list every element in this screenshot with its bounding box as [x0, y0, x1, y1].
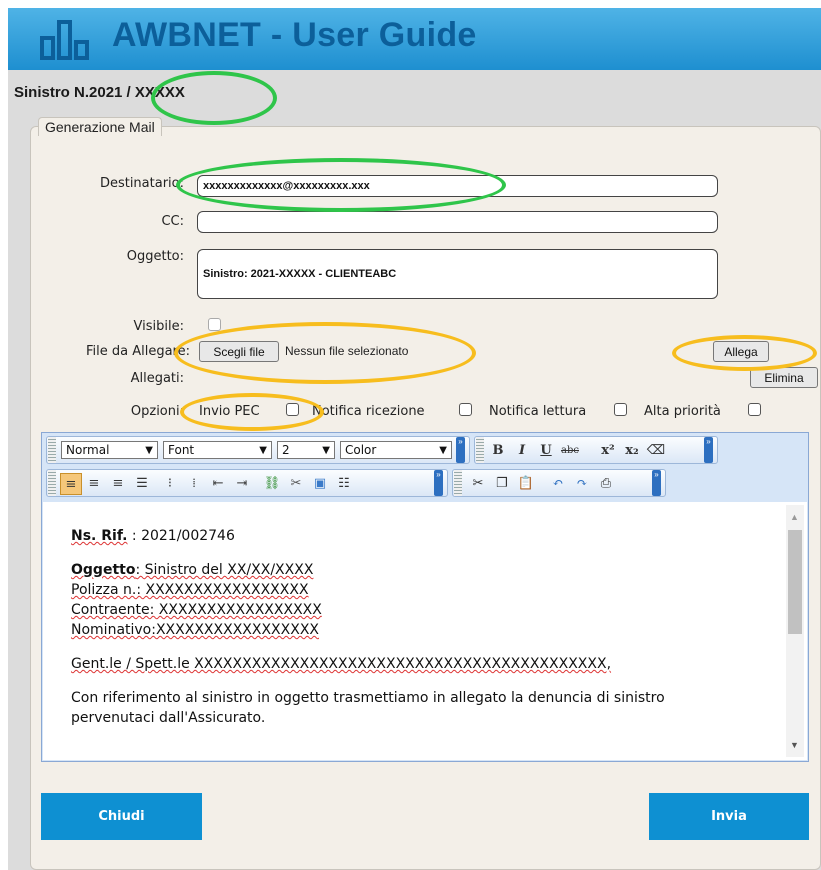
body-rif-label: Ns. Rif.	[71, 528, 128, 544]
fieldset-legend: Generazione Mail	[38, 117, 162, 136]
body-polizza: Polizza n.: XXXXXXXXXXXXXXXXX	[71, 582, 309, 598]
editor-content[interactable]: Ns. Rif. : 2021/002746 Oggetto: Sinistro…	[43, 502, 807, 760]
option-notifica-lettura-checkbox[interactable]	[614, 403, 627, 416]
scroll-down-icon[interactable]: ▼	[790, 740, 799, 750]
bold-button[interactable]: B	[488, 440, 508, 460]
eraser-icon[interactable]: ⌫	[646, 440, 666, 460]
body-oggetto-line: Oggetto: Sinistro del XX/XX/XXXX	[71, 560, 791, 580]
highlight-ring-allega	[672, 335, 817, 371]
copy-icon[interactable]: ❐	[492, 473, 512, 493]
editor-scroll-thumb[interactable]	[788, 530, 802, 634]
ordered-list-icon[interactable]: ⁞	[184, 473, 204, 493]
chevron-down-icon: ▼	[322, 444, 330, 456]
toolbar-grip-icon[interactable]	[48, 437, 56, 463]
horizontal-rule-icon[interactable]: ☷	[334, 473, 354, 493]
option-alta-priorita-checkbox[interactable]	[748, 403, 761, 416]
cut-icon[interactable]: ✂	[468, 473, 488, 493]
subscript-icon[interactable]: x₂	[622, 440, 642, 460]
option-alta-priorita-label: Alta priorità	[644, 404, 721, 419]
toolbar-grip-icon[interactable]	[476, 437, 484, 463]
align-left-icon[interactable]: ≡	[60, 473, 82, 495]
app-title: AWBNET - User Guide	[112, 16, 477, 54]
option-notifica-lettura-label: Notifica lettura	[489, 404, 587, 419]
option-notifica-ricezione-label: Notifica ricezione	[312, 404, 425, 419]
scroll-up-icon[interactable]: ▲	[790, 512, 799, 522]
cc-input[interactable]	[197, 211, 718, 233]
toolbar-expand-icon[interactable]: »	[704, 437, 713, 463]
body-oggetto-value: : Sinistro del XX/XX/XXXX	[135, 562, 314, 578]
paste-icon[interactable]: 📋	[516, 473, 536, 493]
indent-icon[interactable]: ⇥	[232, 473, 252, 493]
align-justify-icon[interactable]: ☰	[132, 473, 152, 493]
align-center-icon[interactable]: ≡	[84, 473, 104, 493]
color-select-value: Color	[345, 443, 377, 457]
opzioni-label: Opzioni:	[130, 404, 184, 419]
unordered-list-icon[interactable]: ⁝	[160, 473, 180, 493]
strikethrough-button[interactable]: abc	[560, 440, 580, 460]
close-button[interactable]: Chiudi	[41, 793, 202, 840]
print-icon[interactable]: ⎙	[596, 473, 616, 493]
highlight-ring-title	[151, 71, 277, 125]
body-oggetto-label: Oggetto	[71, 562, 136, 578]
size-select[interactable]: 2 ▼	[277, 441, 335, 459]
destinatario-label: Destinatario:	[99, 176, 184, 191]
format-select[interactable]: Normal ▼	[61, 441, 158, 459]
file-label: File da Allegare:	[85, 344, 190, 359]
undo-icon[interactable]: ↶	[548, 473, 568, 493]
toolbar-expand-icon[interactable]: »	[652, 470, 661, 496]
font-select-value: Font	[168, 443, 195, 457]
toolbar-grip-icon[interactable]	[454, 470, 462, 496]
visibile-label: Visibile:	[133, 319, 184, 334]
unlink-icon[interactable]: ✂	[286, 473, 306, 493]
body-paragraph: Con riferimento al sinistro in oggetto t…	[71, 690, 665, 726]
chevron-down-icon: ▼	[259, 444, 267, 456]
body-contraente: Contraente: XXXXXXXXXXXXXXXXX	[71, 602, 322, 618]
chevron-down-icon: ▼	[145, 444, 153, 456]
cc-label: CC:	[161, 214, 184, 229]
link-icon[interactable]: ⛓	[262, 473, 282, 493]
style-toolbar	[474, 436, 718, 464]
bar-chart-logo-icon	[40, 20, 89, 60]
size-select-value: 2	[282, 443, 290, 457]
superscript-icon[interactable]: x²	[598, 440, 618, 460]
align-right-icon[interactable]: ≡	[108, 473, 128, 493]
toolbar-expand-icon[interactable]: »	[456, 437, 465, 463]
highlight-ring-file	[174, 322, 476, 384]
body-rif-value: : 2021/002746	[127, 528, 235, 544]
oggetto-label: Oggetto:	[126, 249, 184, 264]
italic-button[interactable]: I	[512, 440, 532, 460]
body-nominativo: Nominativo:XXXXXXXXXXXXXXXXX	[71, 622, 320, 638]
font-select[interactable]: Font ▼	[163, 441, 272, 459]
body-saluto: Gent.le / Spett.le XXXXXXXXXXXXXXXXXXXXX…	[71, 656, 612, 672]
color-select[interactable]: Color ▼	[340, 441, 452, 459]
highlight-ring-destinatario	[176, 158, 506, 212]
send-button[interactable]: Invia	[649, 793, 809, 840]
visibile-checkbox[interactable]	[208, 318, 221, 331]
redo-icon[interactable]: ↷	[572, 473, 592, 493]
oggetto-input[interactable]: Sinistro: 2021-XXXXX - CLIENTEABC	[197, 249, 718, 299]
allegati-label: Allegati:	[130, 371, 184, 386]
toolbar-expand-icon[interactable]: »	[434, 470, 443, 496]
format-select-value: Normal	[66, 443, 110, 457]
chevron-down-icon: ▼	[439, 444, 447, 456]
option-notifica-ricezione-checkbox[interactable]	[459, 403, 472, 416]
highlight-ring-pec	[180, 393, 324, 431]
image-icon[interactable]: ▣	[310, 473, 330, 493]
body-rif-line: Ns. Rif. : 2021/002746	[71, 526, 791, 546]
toolbar-grip-icon[interactable]	[48, 470, 56, 496]
outdent-icon[interactable]: ⇤	[208, 473, 228, 493]
underline-button[interactable]: U	[536, 440, 556, 460]
